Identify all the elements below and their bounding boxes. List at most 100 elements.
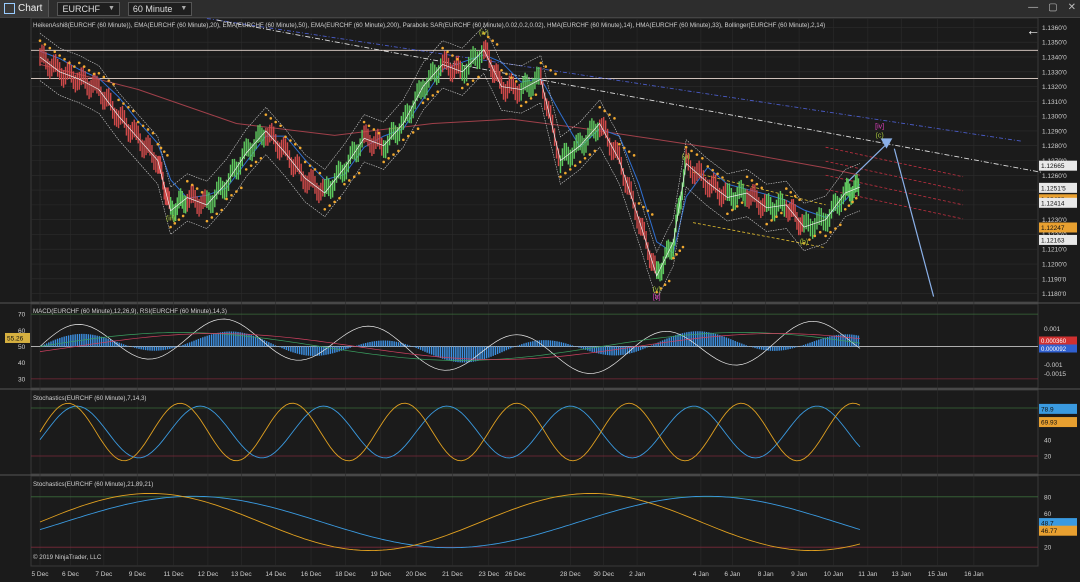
sar-dot	[491, 39, 495, 43]
x-tick-label: 15 Jan	[928, 571, 948, 578]
price-tick-label: 1.1210'0	[1042, 247, 1067, 254]
oscillator-layer	[31, 313, 1038, 552]
price-tick-label: 1.1340'0	[1042, 54, 1067, 61]
sar-dot	[839, 223, 842, 227]
sar-dot	[215, 212, 219, 216]
x-tick-label: 13 Dec	[231, 571, 252, 578]
sar-dot	[240, 186, 243, 190]
x-tick-label: 18 Dec	[335, 571, 356, 578]
price-tag-label: 1.1251'5	[1041, 185, 1066, 192]
sar-dot	[524, 100, 528, 104]
x-tick-label: 23 Dec	[478, 571, 499, 578]
price-panel-header: HeikenAshi8(EURCHF (60 Minute)), EMA(EUR…	[33, 22, 825, 29]
sar-dot	[627, 150, 631, 153]
sar-dot	[446, 50, 449, 54]
sar-dot	[382, 160, 386, 164]
sar-dot	[162, 150, 166, 153]
sar-dot	[323, 208, 327, 211]
sar-dot	[514, 80, 518, 83]
sar-dot	[318, 171, 322, 175]
sar-dot	[529, 97, 533, 100]
x-tick-label: 7 Dec	[95, 571, 113, 578]
sar-dot	[402, 138, 405, 142]
sar-dot	[269, 117, 273, 120]
price-tick-label: 1.1180'0	[1042, 291, 1067, 298]
sar-dot	[695, 153, 699, 156]
sar-dot	[495, 43, 499, 46]
sar-dot	[298, 146, 302, 150]
sar-dot	[721, 176, 724, 179]
chart-tab[interactable]: Chart	[0, 0, 50, 17]
sar-dot	[244, 168, 248, 171]
close-icon[interactable]: ✕	[1068, 2, 1076, 13]
stoch-slow-header: Stochastics(EURCHF (60 Minute),21,89,21)	[33, 481, 153, 488]
wave-label: (iv)	[479, 30, 489, 37]
price-tag-label: 1.12247	[1041, 225, 1065, 232]
sar-dot	[294, 142, 297, 146]
price-tick-label: 1.1300'0	[1042, 114, 1067, 121]
wave-label: (a)	[682, 153, 691, 160]
x-tick-label: 4 Jan	[693, 571, 709, 578]
sar-dot	[505, 72, 508, 76]
instrument-selector[interactable]: EURCHF ▼	[57, 1, 120, 16]
sar-dot	[73, 65, 76, 68]
sar-dot	[471, 79, 475, 82]
sar-dot	[117, 98, 120, 102]
sar-dot	[851, 200, 854, 204]
x-tick-label: 10 Jan	[824, 571, 844, 578]
sar-dot	[348, 179, 351, 182]
sar-dot	[834, 227, 837, 230]
price-tick-label: 1.1190'0	[1042, 276, 1067, 283]
stoch-fast-header: Stochastics(EURCHF (60 Minute),7,14,3)	[33, 395, 146, 402]
wave-label: (b)	[800, 239, 809, 246]
stoch-tick-label: 80	[1044, 494, 1052, 501]
sar-dot	[847, 204, 851, 207]
sar-dot	[195, 187, 199, 190]
price-tick-label: 1.1290'0	[1042, 128, 1067, 135]
sar-dot	[416, 127, 420, 131]
sar-dot	[451, 54, 454, 57]
bollinger-upper	[39, 25, 861, 254]
sar-dot	[622, 146, 626, 150]
sar-dot	[173, 222, 177, 225]
sar-dot	[122, 102, 125, 105]
sar-dot	[387, 156, 390, 160]
rsi-value-label: 55.26	[7, 335, 24, 342]
instrument-value: EURCHF	[62, 3, 100, 14]
interval-selector[interactable]: 60 Minute ▼	[127, 1, 193, 16]
minimize-icon[interactable]: —	[1028, 2, 1038, 13]
sar-dot	[765, 222, 768, 226]
x-tick-label: 16 Dec	[301, 571, 322, 578]
sar-dot	[254, 160, 258, 164]
chart-icon	[4, 3, 15, 14]
stoch-tick-label: 60	[1044, 511, 1052, 518]
sar-dot	[690, 149, 693, 153]
sar-dot	[706, 165, 710, 168]
chart-canvas[interactable]: (iv)(iii)(a)(b)(v)[a][iv](c) 1.1360'01.1…	[0, 18, 1080, 582]
sar-dot	[136, 120, 140, 124]
sar-dot	[53, 50, 57, 54]
sar-dot	[426, 97, 430, 101]
sar-dot	[583, 156, 587, 160]
maximize-icon[interactable]: ▢	[1048, 2, 1057, 13]
sar-dot	[169, 225, 172, 229]
sar-dot	[760, 186, 764, 190]
sar-dot	[146, 128, 150, 131]
stoch-tick-label: 20	[1044, 545, 1052, 552]
sar-dot	[598, 105, 602, 109]
x-tick-label: 16 Jan	[964, 571, 984, 578]
rsi-tick-label: 70	[18, 312, 26, 319]
price-tick-label: 1.1200'0	[1042, 262, 1067, 269]
stoch-slow-panel	[30, 475, 1039, 567]
sar-dot	[181, 214, 185, 218]
sar-dot	[632, 154, 636, 157]
sar-dot	[740, 201, 744, 204]
sar-dot	[303, 160, 307, 164]
sar-dot	[406, 134, 410, 138]
sar-dot	[338, 196, 341, 200]
sar-dot	[675, 253, 678, 256]
x-tick-label: 28 Dec	[560, 571, 581, 578]
sar-dot	[667, 279, 671, 283]
stoch-d-line	[39, 405, 861, 459]
price-tag-label: 1.12665	[1041, 163, 1065, 170]
